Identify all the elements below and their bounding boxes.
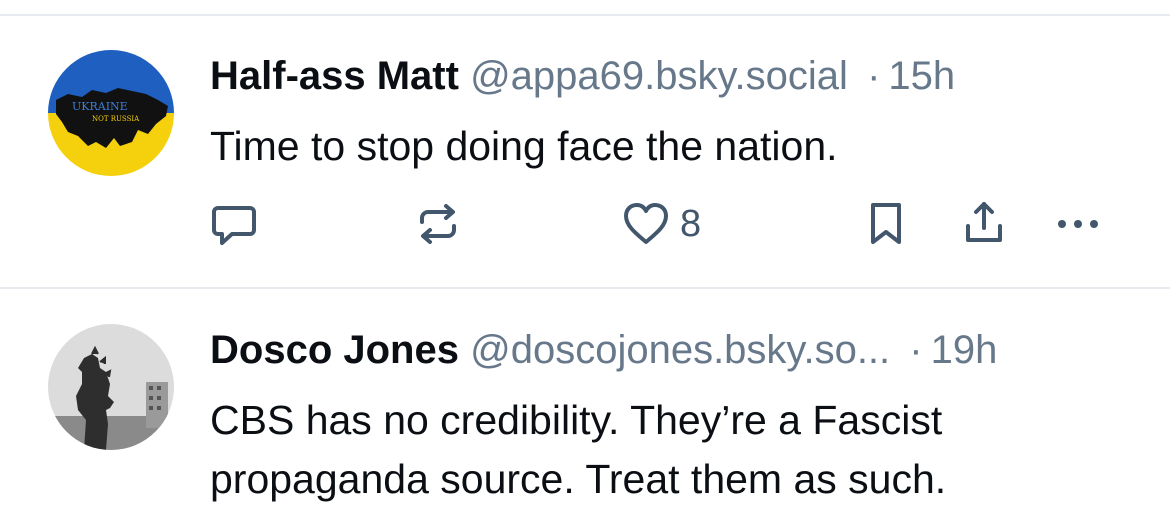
post-time[interactable]: 19h [931, 328, 998, 372]
post-divider [0, 287, 1170, 289]
avatar[interactable]: UKRAINE NOT RUSSIA [48, 50, 174, 176]
avatar[interactable] [48, 324, 174, 450]
like-count: 8 [680, 202, 702, 245]
ukraine-avatar-image: UKRAINE NOT RUSSIA [48, 50, 174, 176]
post-header: Half-ass Matt @appa69.bsky.social · 15h [210, 52, 955, 100]
more-options-button[interactable] [1052, 198, 1104, 250]
top-divider [0, 14, 1170, 16]
like-button[interactable]: 8 [622, 198, 701, 250]
author-name[interactable]: Half-ass Matt [210, 54, 459, 98]
post-time[interactable]: 15h [888, 54, 955, 98]
share-icon [966, 202, 1002, 242]
bookmark-icon [871, 203, 901, 244]
avatar-text-1: UKRAINE [72, 100, 128, 113]
reply-icon [212, 206, 256, 245]
share-button[interactable] [958, 198, 1010, 250]
repost-button[interactable] [412, 198, 464, 250]
more-icon [1058, 220, 1098, 228]
repost-icon [420, 204, 456, 244]
post-text: CBS has no credibility. They’re a Fascis… [210, 397, 947, 502]
author-name[interactable]: Dosco Jones [210, 328, 459, 372]
bookmark-button[interactable] [860, 198, 912, 250]
reply-button[interactable] [208, 198, 260, 250]
like-icon [624, 203, 668, 244]
separator-dot: · [909, 328, 923, 372]
separator-dot: · [867, 54, 881, 98]
author-handle[interactable]: @doscojones.bsky.so... [470, 328, 890, 372]
avatar-text-2: NOT RUSSIA [92, 115, 140, 123]
post-text: Time to stop doing face the nation. [210, 123, 838, 169]
author-handle[interactable]: @appa69.bsky.social [470, 54, 848, 98]
godzilla-avatar-image [48, 324, 174, 450]
post-header: Dosco Jones @doscojones.bsky.so... · 19h [210, 326, 997, 374]
